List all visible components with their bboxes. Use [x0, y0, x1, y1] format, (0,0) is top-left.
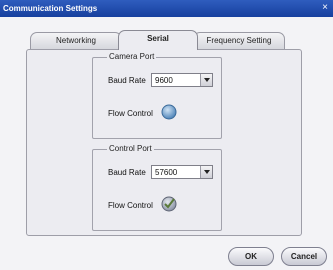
camera-port-legend: Camera Port — [107, 52, 157, 61]
control-flow-control-toggle[interactable] — [161, 196, 177, 212]
dialog-body: Networking Frequency Setting Serial Came… — [0, 17, 333, 270]
ok-button[interactable]: OK — [228, 247, 274, 266]
camera-baud-rate-select[interactable]: 9600 — [151, 73, 213, 87]
camera-port-group: Camera Port Baud Rate 9600 Flow Control — [92, 52, 222, 139]
window-title: Communication Settings — [3, 4, 98, 13]
control-baud-rate-value: 57600 — [155, 168, 178, 177]
camera-flow-control-toggle[interactable] — [161, 104, 177, 120]
control-port-group: Control Port Baud Rate 57600 Flow Contro… — [92, 144, 222, 231]
camera-flow-control-label: Flow Control — [108, 109, 153, 118]
control-flow-control-label: Flow Control — [108, 201, 153, 210]
control-baud-rate-select[interactable]: 57600 — [151, 165, 213, 179]
camera-baud-rate-value: 9600 — [155, 76, 173, 85]
cancel-button[interactable]: Cancel — [281, 247, 327, 266]
close-icon[interactable]: × — [319, 0, 331, 17]
tab-serial[interactable]: Serial — [118, 30, 198, 50]
control-port-legend: Control Port — [107, 144, 154, 153]
control-baud-rate-label: Baud Rate — [108, 168, 146, 177]
camera-baud-rate-label: Baud Rate — [108, 76, 146, 85]
chevron-down-icon[interactable] — [200, 166, 212, 178]
chevron-down-icon[interactable] — [200, 74, 212, 86]
title-bar: Communication Settings × — [0, 0, 333, 17]
communication-settings-window: Communication Settings × Networking Freq… — [0, 0, 333, 270]
tab-frequency-setting[interactable]: Frequency Setting — [193, 32, 285, 49]
tab-networking[interactable]: Networking — [30, 32, 122, 49]
